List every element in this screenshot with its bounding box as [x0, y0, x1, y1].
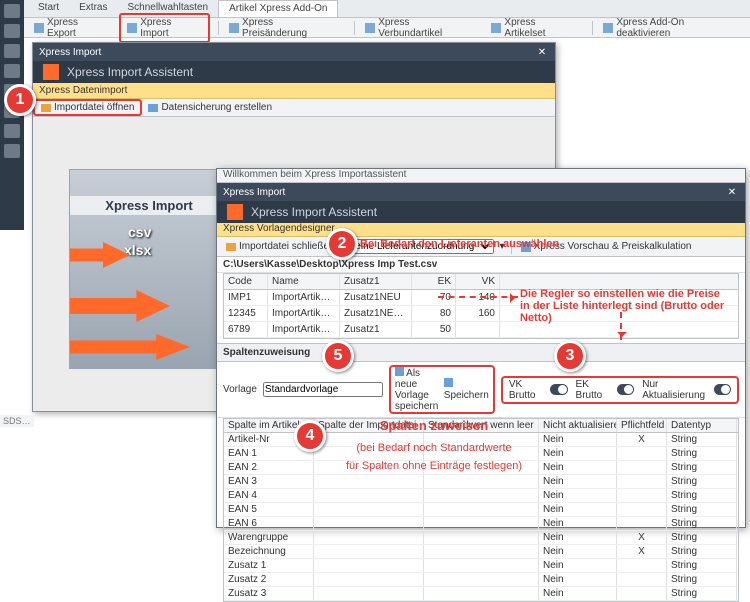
rail-icon[interactable] — [4, 64, 20, 78]
xpress-verbund-button[interactable]: Xpress Verbundartikel — [359, 15, 481, 41]
backup-button[interactable]: Datensicherung erstellen — [142, 101, 278, 114]
illustration-panel: Xpress Import csv xlsx — [69, 169, 229, 369]
col-code[interactable]: Code — [224, 274, 268, 289]
xpress-import-button[interactable]: Xpress Import — [119, 13, 210, 43]
table-row[interactable]: EAN 3NeinString — [224, 475, 738, 489]
rail-icon[interactable] — [4, 124, 20, 138]
callout-2: 2 — [326, 228, 358, 260]
table-row[interactable]: EAN 4NeinString — [224, 489, 738, 503]
annotation-arrow-down — [620, 312, 622, 340]
titlebar: Xpress Import ✕ — [217, 183, 745, 201]
subtab-vorlagendesigner[interactable]: Xpress Vorlagendesigner — [217, 223, 745, 237]
toggle-group: VK Brutto EK Brutto Nur Aktualisierung — [501, 376, 739, 404]
close-icon[interactable]: ✕ — [535, 46, 549, 58]
annotation-cols-title: Spalten zuweisen — [334, 418, 534, 433]
header-band: Xpress Import Assistent — [217, 201, 745, 223]
rail-icon[interactable] — [4, 4, 20, 18]
csv-label: csv — [128, 224, 151, 240]
annotation-toggles: Die Regler so einstellen wie die Preise … — [520, 288, 740, 324]
arrow-icon — [69, 334, 190, 360]
xpress-deaktivieren-button[interactable]: Xpress Add-On deaktivieren — [597, 15, 746, 41]
callout-3: 3 — [554, 340, 586, 372]
close-icon[interactable]: ✕ — [725, 186, 739, 198]
close-importfile-button[interactable]: Importdatei schließen — [221, 240, 340, 253]
assistent-title: Xpress Import Assistent — [251, 205, 377, 219]
toolbar: Importdatei öffnen Datensicherung erstel… — [33, 99, 555, 117]
nur-akt-toggle[interactable] — [714, 384, 731, 395]
disk-icon — [148, 104, 158, 112]
col-ek[interactable]: EK — [412, 274, 456, 289]
table-row[interactable]: EAN 6NeinString — [224, 517, 738, 531]
open-importfile-button[interactable]: Importdatei öffnen — [33, 99, 142, 116]
col-name[interactable]: Name — [268, 274, 340, 289]
arrow-icon — [69, 290, 170, 322]
bundle-icon — [365, 23, 375, 33]
subtab-datenimport[interactable]: Xpress Datenimport — [33, 83, 555, 99]
arrow-icon — [69, 242, 130, 268]
illus-title: Xpress Import — [70, 196, 228, 215]
table-row[interactable]: WarengruppeNeinXString — [224, 531, 738, 545]
col-nicht-aktualisieren[interactable]: Nicht aktualisieren — [539, 419, 617, 432]
xpress-export-button[interactable]: Xpress Export — [28, 15, 115, 41]
export-icon — [34, 23, 44, 33]
set-icon — [491, 23, 501, 33]
separator — [592, 21, 593, 35]
annotation-cols-1: (bei Bedarf noch Standardwerte — [324, 442, 544, 454]
xpress-artikelset-button[interactable]: Xpress Artikelset — [485, 15, 584, 41]
col-vk[interactable]: VK — [456, 274, 500, 289]
deactivate-icon — [603, 23, 613, 33]
annotation-supplier: Bei Bedarf den Lieferanten auswählen — [360, 238, 559, 250]
save-as-new-template-button[interactable]: Als neue Vorlage speichern — [395, 367, 440, 412]
callout-1: 1 — [4, 84, 36, 116]
annotation-cols-2: für Spalten ohne Einträge festlegen) — [314, 460, 554, 472]
window-title: Xpress Import — [223, 187, 285, 198]
col-datentyp[interactable]: Datentyp — [667, 419, 737, 432]
welcome-text: Willkommen beim Xpress Importassistent — [217, 169, 745, 183]
ek-brutto-toggle[interactable] — [617, 384, 634, 395]
logo-icon — [43, 64, 59, 80]
ek-brutto-label: EK Brutto — [576, 379, 610, 401]
window-title: Xpress Import — [39, 47, 101, 58]
assistent-title: Xpress Import Assistent — [67, 65, 193, 79]
ribbon: Xpress Export Xpress Import Xpress Preis… — [0, 18, 750, 38]
col-pflichtfeld[interactable]: Pflichtfeld — [617, 419, 667, 432]
table-row[interactable]: Zusatz 2NeinString — [224, 573, 738, 587]
annotation-arrow — [438, 296, 518, 298]
table-row[interactable]: EAN 5NeinString — [224, 503, 738, 517]
nur-akt-label: Nur Aktualisierung — [642, 379, 706, 401]
vk-brutto-label: VK Brutto — [509, 379, 543, 401]
callout-5: 5 — [322, 340, 354, 372]
disk-icon — [444, 378, 453, 387]
save-button[interactable]: Speichern — [444, 378, 489, 401]
table-row[interactable]: 6789ImportArtik…Zusatz150 — [224, 322, 738, 338]
rail-icon[interactable] — [4, 144, 20, 158]
filepath: C:\Users\Kasse\Desktop\Xpress Imp Test.c… — [217, 257, 745, 273]
col-zusatz1[interactable]: Zusatz1 — [340, 274, 412, 289]
vorlage-label: Vorlage — [223, 384, 257, 395]
separator — [354, 21, 355, 35]
titlebar: Xpress Import ✕ — [33, 43, 555, 61]
table-row[interactable]: BezeichnungNeinXString — [224, 545, 738, 559]
header-band: Xpress Import Assistent — [33, 61, 555, 83]
spaltenzuweisung-title: Spaltenzuweisung — [217, 343, 745, 362]
rail-icon[interactable] — [4, 44, 20, 58]
window-xpress-import-2: Willkommen beim Xpress Importassistent X… — [216, 168, 746, 528]
logo-icon — [227, 204, 243, 220]
disk-icon — [395, 367, 404, 376]
vk-brutto-toggle[interactable] — [550, 384, 567, 395]
table-row[interactable]: Zusatz 1NeinString — [224, 559, 738, 573]
folder-icon — [226, 243, 236, 251]
folder-icon — [41, 104, 51, 112]
xpress-preis-button[interactable]: Xpress Preisänderung — [223, 15, 346, 41]
vorlage-row: Vorlage Als neue Vorlage speichern Speic… — [217, 362, 745, 418]
callout-4: 4 — [294, 420, 326, 452]
rail-icon[interactable] — [4, 24, 20, 38]
vorlage-input[interactable] — [263, 382, 383, 397]
import-icon — [127, 23, 137, 33]
separator — [218, 21, 219, 35]
sds-tag: SDS… — [0, 415, 34, 427]
table-row[interactable]: Zusatz 3NeinString — [224, 587, 738, 601]
price-icon — [229, 23, 239, 33]
